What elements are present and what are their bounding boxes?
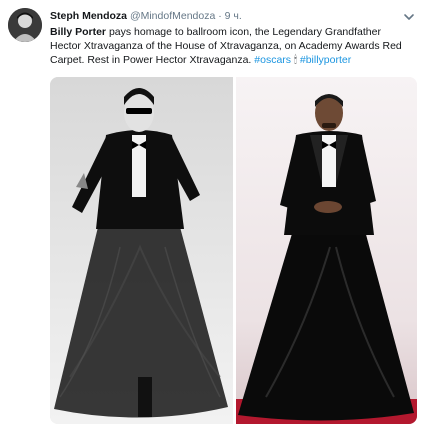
tweet: Steph Mendoza @MindofMendoza · 9 ч. Bill… [0, 0, 425, 425]
photo-left[interactable] [50, 77, 233, 424]
tweet-media [50, 77, 417, 424]
separator-dot: · [218, 10, 222, 22]
photo-right[interactable] [236, 77, 417, 424]
chevron-down-icon[interactable] [403, 10, 415, 22]
tweet-header: Steph Mendoza @MindofMendoza · 9 ч. [50, 10, 400, 23]
user-avatar[interactable] [8, 8, 42, 42]
user-handle[interactable]: @MindofMendoza [130, 10, 215, 22]
tweet-text: Billy Porter pays homage to ballroom ico… [50, 25, 414, 67]
display-name[interactable]: Steph Mendoza [50, 10, 127, 22]
candle-icon: 🕯 [293, 54, 297, 66]
mention-name: Billy Porter [50, 26, 107, 38]
hashtag-billyporter[interactable]: #billyporter [300, 54, 351, 66]
hashtag-oscars[interactable]: #oscars [254, 54, 291, 66]
timestamp[interactable]: 9 ч. [225, 10, 242, 22]
